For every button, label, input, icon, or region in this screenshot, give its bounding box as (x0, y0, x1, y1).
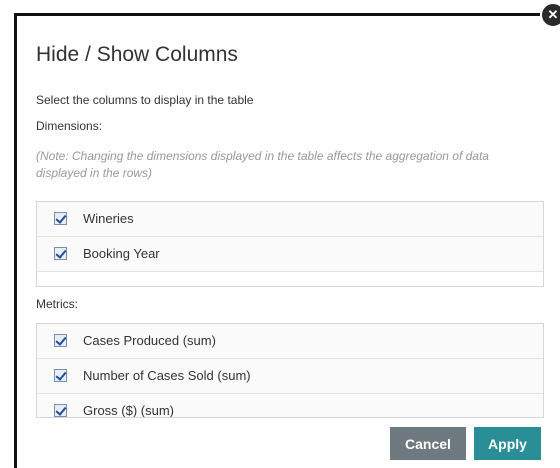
dimensions-list: Wineries Booking Year (36, 201, 544, 287)
metric-label: Number of Cases Sold (sum) (83, 368, 251, 383)
cancel-button[interactable]: Cancel (390, 427, 466, 460)
metrics-list[interactable]: Cases Produced (sum) Number of Cases Sol… (36, 323, 544, 418)
dimension-row-booking-year[interactable]: Booking Year (37, 237, 543, 272)
cases-sold-checkbox[interactable] (54, 369, 67, 382)
close-icon[interactable]: ✕ (540, 2, 560, 28)
dimension-row-wineries[interactable]: Wineries (37, 202, 543, 237)
wineries-checkbox[interactable] (54, 212, 67, 225)
apply-button[interactable]: Apply (474, 427, 541, 460)
dialog-subtitle: Select the columns to display in the tab… (36, 93, 254, 107)
dimension-label: Wineries (83, 211, 134, 226)
metric-row-gross[interactable]: Gross ($) (sum) (37, 394, 543, 418)
dialog-title: Hide / Show Columns (36, 43, 238, 66)
dimensions-label: Dimensions: (36, 119, 103, 133)
gross-checkbox[interactable] (54, 404, 67, 417)
metric-row-cases-produced[interactable]: Cases Produced (sum) (37, 324, 543, 359)
dimension-label: Booking Year (83, 246, 160, 261)
cases-produced-checkbox[interactable] (54, 334, 67, 347)
metric-label: Gross ($) (sum) (83, 403, 174, 418)
metric-label: Cases Produced (sum) (83, 333, 216, 348)
metric-row-cases-sold[interactable]: Number of Cases Sold (sum) (37, 359, 543, 394)
dimensions-note: (Note: Changing the dimensions displayed… (36, 149, 489, 180)
metrics-label: Metrics: (36, 297, 78, 311)
hide-show-columns-dialog: Hide / Show Columns Select the columns t… (14, 13, 557, 468)
booking-year-checkbox[interactable] (54, 247, 67, 260)
